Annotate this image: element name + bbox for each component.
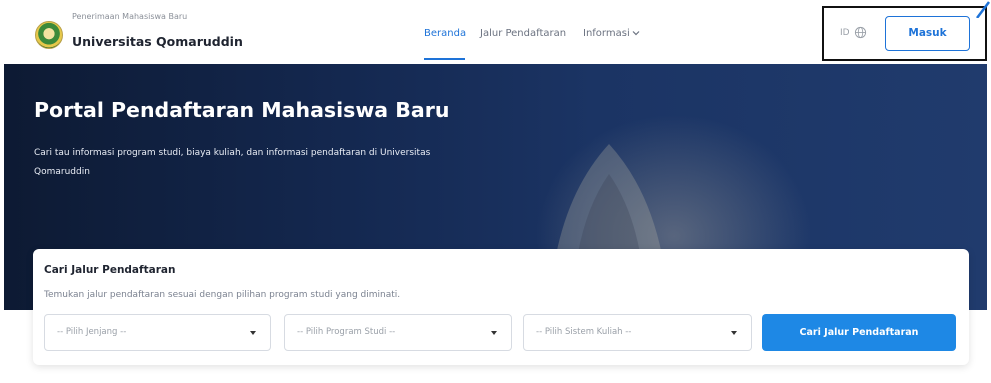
program-studi-select[interactable]: -- Pilih Program Studi -- [284,314,512,351]
brand-title[interactable]: Universitas Qomaruddin [72,34,243,49]
sistem-kuliah-select[interactable]: -- Pilih Sistem Kuliah -- [523,314,752,351]
nav-jalur-pendaftaran[interactable]: Jalur Pendaftaran [480,28,566,39]
corner-pointer-icon [976,1,990,18]
program-studi-select-value: -- Pilih Program Studi -- [297,327,396,337]
chevron-down-icon[interactable] [630,27,642,39]
search-card-subtitle: Temukan jalur pendaftaran sesuai dengan … [44,290,401,300]
globe-icon[interactable] [854,26,867,39]
search-card: Cari Jalur Pendaftaran Temukan jalur pen… [33,249,969,365]
brand-subtitle: Penerimaan Mahasiswa Baru [72,12,188,21]
top-navbar: Penerimaan Mahasiswa Baru Universitas Qo… [0,0,991,64]
jenjang-select[interactable]: -- Pilih Jenjang -- [44,314,271,351]
search-button[interactable]: Cari Jalur Pendaftaran [762,314,956,351]
login-button[interactable]: Masuk [885,16,970,51]
jenjang-select-value: -- Pilih Jenjang -- [57,327,127,337]
caret-down-icon [731,331,737,335]
nav-beranda[interactable]: Beranda [424,28,466,39]
caret-down-icon [491,331,497,335]
language-label[interactable]: ID [840,28,850,38]
hero-title: Portal Pendaftaran Mahasiswa Baru [34,98,450,122]
hero-description: Cari tau informasi program studi, biaya … [34,148,431,177]
sistem-kuliah-select-value: -- Pilih Sistem Kuliah -- [536,327,632,337]
university-logo-icon[interactable] [35,21,63,49]
caret-down-icon [250,331,256,335]
nav-informasi[interactable]: Informasi [583,28,630,39]
search-card-title: Cari Jalur Pendaftaran [44,264,176,276]
nav-active-indicator [424,58,465,60]
